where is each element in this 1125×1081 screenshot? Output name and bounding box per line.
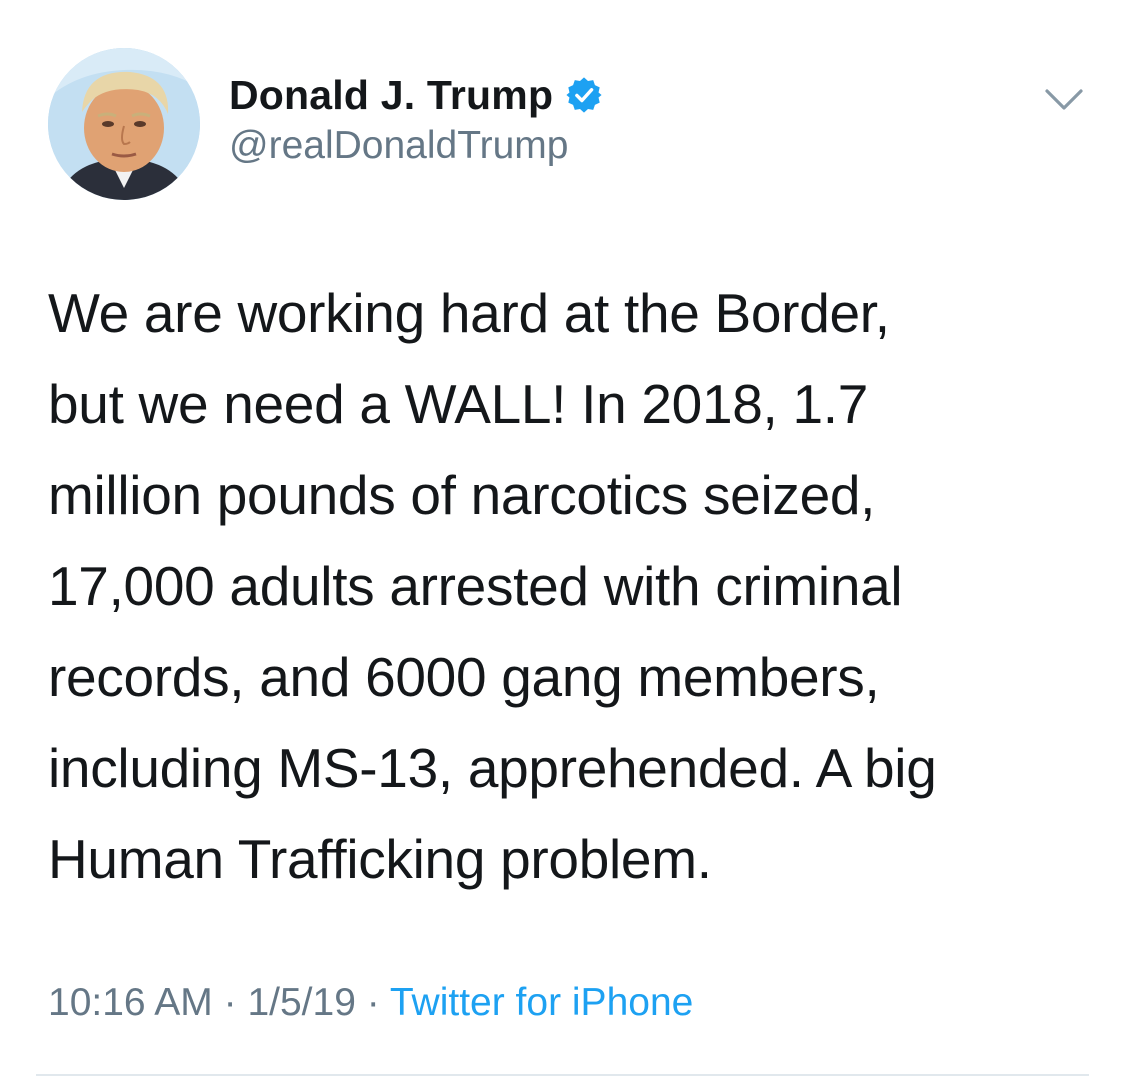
display-name[interactable]: Donald J. Trump: [229, 72, 553, 119]
tweet-date[interactable]: 1/5/19: [247, 981, 355, 1024]
meta-separator: ·: [212, 981, 248, 1024]
author-name-row[interactable]: Donald J. Trump: [229, 70, 603, 120]
tweet-text: We are working hard at the Border, but w…: [48, 282, 937, 890]
tweet-source-link[interactable]: Twitter for iPhone: [390, 981, 693, 1024]
chevron-down-icon[interactable]: [1043, 86, 1085, 114]
divider: [36, 1074, 1089, 1076]
tweet-meta: 10:16 AM · 1/5/19 · Twitter for iPhone: [48, 975, 693, 1031]
user-handle[interactable]: @realDonaldTrump: [229, 124, 568, 168]
tweet-time[interactable]: 10:16 AM: [48, 981, 213, 1024]
meta-separator: ·: [355, 981, 390, 1024]
verified-badge-icon: [566, 77, 602, 113]
avatar-image: [48, 48, 200, 200]
tweet-card: Donald J. Trump @realDonaldTrump We are …: [0, 0, 1125, 1081]
avatar[interactable]: [48, 48, 200, 200]
